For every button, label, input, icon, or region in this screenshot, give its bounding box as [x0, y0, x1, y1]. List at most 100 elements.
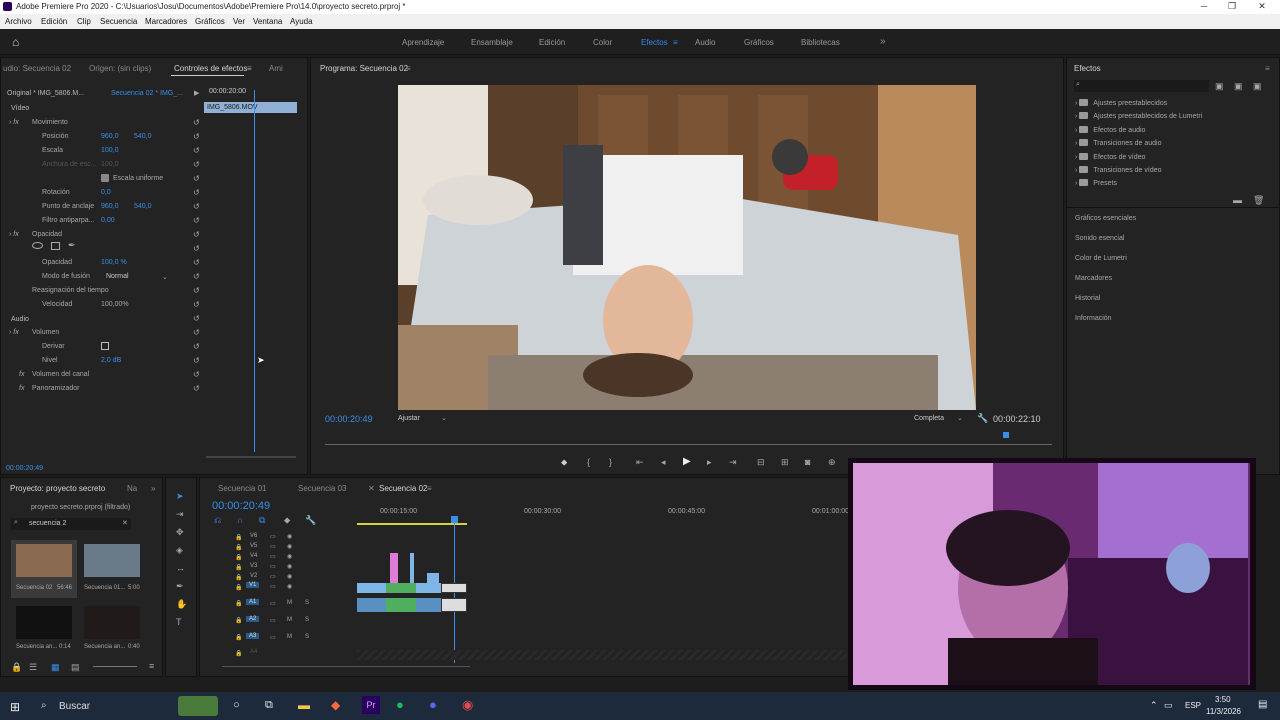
go-to-out-icon[interactable]: ⇥	[729, 457, 737, 468]
audio-clip-green[interactable]	[386, 598, 416, 612]
fit-dropdown[interactable]: Ajustar	[398, 415, 420, 422]
slip-tool-icon[interactable]: ↔	[176, 564, 185, 573]
section-sonido-esencial[interactable]: Sonido esencial	[1075, 235, 1124, 242]
project-more-icon[interactable]: »	[151, 484, 155, 493]
ws-edicion[interactable]: Edición	[539, 38, 565, 47]
menu-marcadores[interactable]: Marcadores	[145, 17, 187, 26]
section-color-lumetri[interactable]: Color de Lumetri	[1075, 255, 1127, 262]
lock-icon[interactable]: 🔒	[235, 650, 242, 657]
track-v1[interactable]: V1	[246, 582, 260, 588]
program-playhead[interactable]	[1003, 432, 1009, 438]
program-timecode[interactable]: 00:00:20:49	[325, 414, 373, 424]
audio-clip-selected[interactable]	[441, 598, 467, 612]
extract-icon[interactable]: ⊞	[781, 457, 789, 468]
play-icon[interactable]: ▶	[683, 456, 691, 467]
lock-icon[interactable]: 🔒	[11, 662, 22, 673]
lift-icon[interactable]: ⊟	[757, 457, 765, 468]
track-v3[interactable]: V3	[250, 563, 257, 569]
filtro-value[interactable]: 0,00	[101, 217, 115, 224]
video-clip-v2[interactable]	[427, 573, 439, 583]
step-back-icon[interactable]: ◂	[661, 457, 666, 468]
eye-icon[interactable]: ◉	[287, 563, 292, 570]
lock-icon[interactable]: 🔒	[235, 584, 242, 591]
timeline-timecode[interactable]: 00:00:20:49	[212, 500, 270, 512]
snap-icon[interactable]: ∩	[237, 515, 243, 525]
step-forward-icon[interactable]: ▸	[707, 457, 712, 468]
go-to-in-icon[interactable]: ⇤	[636, 457, 644, 468]
rotacion-value[interactable]: 0,0	[101, 189, 111, 196]
taskbar-search[interactable]: Buscar	[59, 701, 90, 712]
rect-mask-icon[interactable]	[51, 242, 60, 250]
tab-program-monitor[interactable]: Programa: Secuencia 02	[320, 64, 408, 73]
ec-playhead[interactable]	[254, 90, 255, 452]
tab-project[interactable]: Proyecto: proyecto secreto	[10, 484, 105, 493]
fx-volumen-icon[interactable]: › fx	[9, 329, 19, 336]
sequence-clip[interactable]: Secuencia 02 * IMG_...	[111, 90, 183, 97]
track-v5[interactable]: V5	[250, 543, 257, 549]
icon-view-icon[interactable]: ▦	[51, 662, 60, 673]
windows-start-icon[interactable]: ⊞	[10, 700, 20, 714]
ws-audio[interactable]: Audio	[695, 38, 715, 47]
obs-icon[interactable]: ◉	[462, 697, 473, 713]
effects-folder-2[interactable]: › Efectos de audio	[1075, 126, 1145, 134]
spotify-icon[interactable]: ●	[396, 697, 404, 712]
tab-menu-icon[interactable]: ≡	[247, 64, 252, 73]
track-v6[interactable]: V6	[250, 533, 257, 539]
discord-icon[interactable]: ●	[429, 697, 437, 712]
sync-icon[interactable]: ▭	[270, 573, 276, 580]
premiere-taskbar-icon[interactable]: Pr	[362, 696, 380, 714]
fit-chevron-icon[interactable]: ⌄	[441, 414, 447, 422]
linked-selection-icon[interactable]: ⧉	[259, 515, 265, 526]
solo-icon[interactable]: S	[305, 617, 309, 623]
escala-uniforme-checkbox[interactable]	[101, 174, 109, 182]
camera-icon[interactable]: ◙	[805, 457, 810, 467]
fx-movimiento-icon[interactable]: › fx	[9, 119, 19, 126]
program-scrub-bar[interactable]	[325, 444, 1052, 445]
eye-icon[interactable]: ◉	[287, 533, 292, 540]
cortana-icon[interactable]: ○	[233, 699, 240, 711]
video-clip-green[interactable]	[386, 583, 416, 593]
32bit-effects-icon[interactable]: ▣	[1234, 81, 1243, 92]
list-view-icon[interactable]: ☰	[29, 662, 37, 673]
more-workspaces-icon[interactable]: »	[880, 36, 886, 47]
sync-icon[interactable]: ▭	[270, 634, 276, 641]
tab-media-browser[interactable]: Na	[127, 484, 137, 493]
video-clip-selected[interactable]	[441, 583, 467, 593]
brave-browser-icon[interactable]: ◆	[331, 698, 340, 712]
mute-icon[interactable]: M	[287, 634, 292, 640]
lock-icon[interactable]: 🔒	[235, 634, 242, 641]
timeline-zoom-scrollbar[interactable]	[222, 666, 470, 667]
video-clip-v4[interactable]	[410, 553, 414, 583]
mute-icon[interactable]: M	[287, 600, 292, 606]
notifications-icon[interactable]: ▤	[1258, 699, 1267, 710]
work-area-bar[interactable]	[357, 523, 467, 525]
ws-efectos[interactable]: Efectos	[641, 38, 668, 47]
effects-folder-6[interactable]: › Presets	[1075, 179, 1117, 187]
menu-clip[interactable]: Clip	[77, 17, 91, 26]
sync-icon[interactable]: ▭	[270, 600, 276, 607]
menu-ayuda[interactable]: Ayuda	[290, 17, 313, 26]
sync-icon[interactable]: ▭	[270, 617, 276, 624]
quality-chevron-icon[interactable]: ⌄	[957, 414, 963, 422]
section-graficos-esenciales[interactable]: Gráficos esenciales	[1075, 215, 1136, 222]
lock-icon[interactable]: 🔒	[235, 564, 242, 571]
solo-icon[interactable]: S	[305, 634, 309, 640]
ws-graficos[interactable]: Gráficos	[744, 38, 774, 47]
reset-icons-column[interactable]: ↺ ↺ ↺ ↺ ↺ ↺ ↺ ↺ ↺ ↺ ↺ ↺ ↺ ↺ ↺ ↺ ↺ ↺ ↺ ↺	[193, 116, 203, 393]
track-v2[interactable]: V2	[250, 573, 257, 579]
restore-icon[interactable]: ❐	[1222, 1, 1242, 13]
home-icon[interactable]: ⌂	[12, 35, 19, 49]
sync-icon[interactable]: ▭	[270, 553, 276, 560]
tab-secuencia-01[interactable]: Secuencia 01	[218, 484, 266, 493]
effects-folder-4[interactable]: › Efectos de vídeo	[1075, 153, 1145, 161]
lock-icon[interactable]: 🔒	[235, 534, 242, 541]
mute-icon[interactable]: M	[287, 617, 292, 623]
file-explorer-icon[interactable]: ▬	[298, 698, 310, 712]
track-v4[interactable]: V4	[250, 553, 257, 559]
tab-audio-mixer[interactable]: udio: Secuencia 02	[3, 64, 71, 73]
ellipse-mask-icon[interactable]	[32, 242, 43, 249]
play-arrow-icon[interactable]: ▶	[194, 89, 199, 97]
timeline-settings-icon[interactable]: 🔧	[305, 515, 316, 526]
fusion-dropdown[interactable]: Normal	[106, 273, 129, 280]
pen-mask-icon[interactable]: ✒	[68, 240, 76, 251]
